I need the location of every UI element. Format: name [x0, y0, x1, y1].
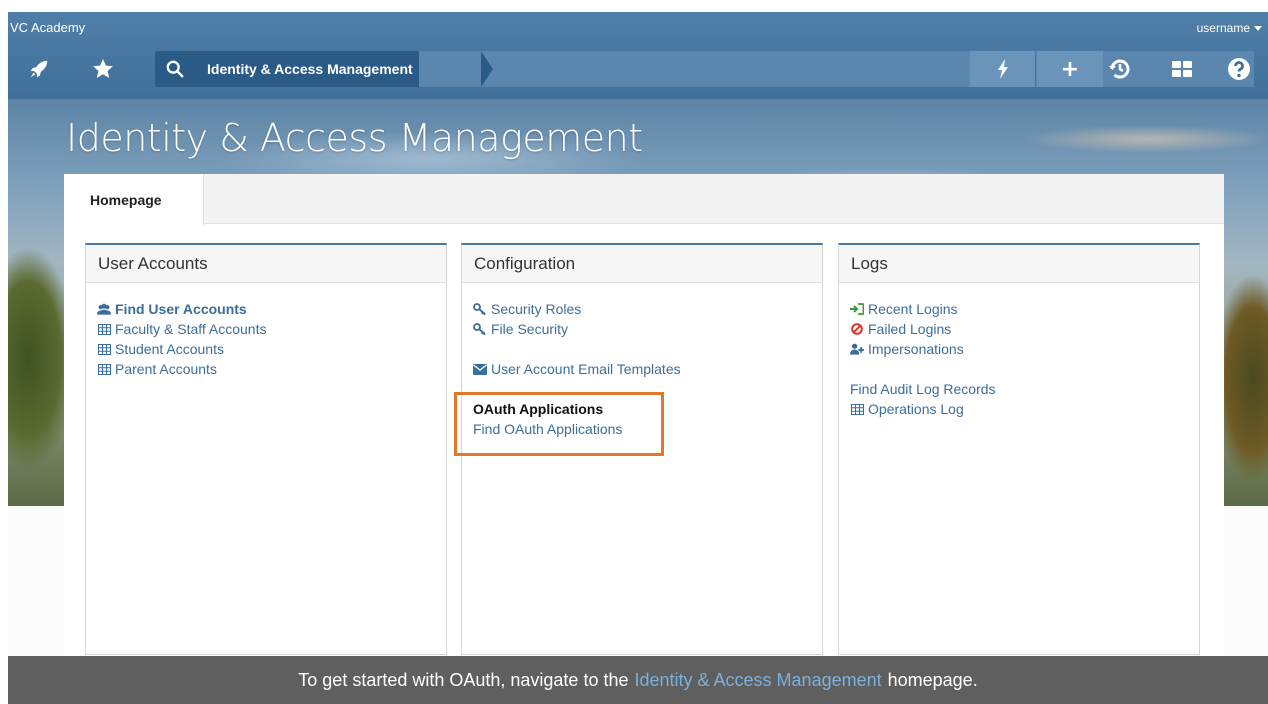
- link-label: Parent Accounts: [115, 361, 217, 377]
- caret-down-icon: [1254, 25, 1262, 31]
- user-menu[interactable]: username: [1197, 21, 1262, 35]
- link-label: Find OAuth Applications: [473, 421, 623, 437]
- link-label: Failed Logins: [868, 321, 952, 337]
- envelope-icon: [473, 362, 487, 376]
- caption-bar: To get started with OAuth, navigate to t…: [8, 656, 1268, 704]
- sign-in-icon: [850, 302, 864, 316]
- plus-icon[interactable]: +: [1037, 51, 1103, 87]
- panel-body: Security Roles File Security User Accoun…: [462, 283, 822, 439]
- lightning-icon[interactable]: [970, 51, 1036, 87]
- link-label: File Security: [491, 321, 569, 337]
- student-accounts-link[interactable]: Student Accounts: [97, 339, 446, 359]
- link-label: Recent Logins: [868, 301, 958, 317]
- help-icon[interactable]: [1222, 52, 1256, 86]
- username-label: username: [1196, 21, 1250, 35]
- panel-title: Configuration: [462, 245, 822, 283]
- caption-text-before: To get started with OAuth, navigate to t…: [298, 669, 629, 690]
- link-label: Find User Accounts: [115, 301, 247, 317]
- top-line: VC Academy username: [8, 12, 1268, 46]
- link-label: Impersonations: [868, 341, 964, 357]
- ban-icon: [850, 322, 864, 336]
- operations-log-link[interactable]: Operations Log: [850, 399, 1199, 419]
- link-label: Student Accounts: [115, 341, 224, 357]
- oauth-applications-heading: OAuth Applications: [473, 401, 604, 417]
- org-name[interactable]: VC Academy: [10, 20, 85, 35]
- table-icon: [97, 362, 111, 376]
- security-roles-link[interactable]: Security Roles: [473, 299, 822, 319]
- content-card: Homepage User Accounts Find User Account…: [64, 174, 1224, 704]
- rocket-icon[interactable]: [22, 52, 56, 86]
- history-icon[interactable]: [1103, 52, 1137, 86]
- key-icon: [473, 302, 487, 316]
- caption-text-after: homepage.: [887, 669, 978, 690]
- page-title: Identity & Access Management: [66, 116, 643, 160]
- breadcrumb-current[interactable]: Identity & Access Management: [195, 51, 419, 87]
- panel-user-accounts: User Accounts Find User Accounts Faculty…: [85, 243, 447, 655]
- search-icon[interactable]: [155, 51, 195, 87]
- tab-homepage[interactable]: Homepage: [64, 174, 204, 225]
- parent-accounts-link[interactable]: Parent Accounts: [97, 359, 446, 379]
- table-icon: [850, 402, 864, 416]
- tab-bar: Homepage: [64, 174, 1224, 225]
- link-label: Security Roles: [491, 301, 582, 317]
- panel-title: Logs: [839, 245, 1199, 283]
- table-icon: [97, 342, 111, 356]
- find-audit-log-records-link[interactable]: Find Audit Log Records: [850, 379, 1199, 399]
- link-label: Faculty & Staff Accounts: [115, 321, 267, 337]
- users-icon: [97, 302, 111, 316]
- find-oauth-applications-link[interactable]: Find OAuth Applications: [473, 419, 822, 439]
- recent-logins-link[interactable]: Recent Logins: [850, 299, 1199, 319]
- panel-configuration: Configuration Security Roles File Securi…: [461, 243, 823, 655]
- user-plus-icon: [850, 342, 864, 356]
- link-label: Find Audit Log Records: [850, 381, 996, 397]
- link-label: User Account Email Templates: [491, 361, 681, 377]
- breadcrumb: Identity & Access Management +: [155, 51, 1254, 87]
- faculty-staff-accounts-link[interactable]: Faculty & Staff Accounts: [97, 319, 446, 339]
- breadcrumb-arrow: [481, 51, 493, 87]
- link-label: Operations Log: [868, 401, 964, 417]
- grid-icon[interactable]: [1165, 52, 1199, 86]
- failed-logins-link[interactable]: Failed Logins: [850, 319, 1199, 339]
- top-navigation-bar: VC Academy username Identity & Access Ma…: [8, 12, 1268, 99]
- breadcrumb-track: Identity & Access Management +: [195, 51, 1254, 87]
- panel-title: User Accounts: [86, 245, 446, 283]
- caption-link[interactable]: Identity & Access Management: [634, 670, 881, 691]
- key-icon: [473, 322, 487, 336]
- star-icon[interactable]: [86, 52, 120, 86]
- panel-logs: Logs Recent Logins Failed Logins Imperso…: [838, 243, 1200, 655]
- panel-body: Find User Accounts Faculty & Staff Accou…: [86, 283, 446, 379]
- app-frame: VC Academy username Identity & Access Ma…: [8, 12, 1268, 704]
- file-security-link[interactable]: File Security: [473, 319, 822, 339]
- impersonations-link[interactable]: Impersonations: [850, 339, 1199, 359]
- table-icon: [97, 322, 111, 336]
- panel-body: Recent Logins Failed Logins Impersonatio…: [839, 283, 1199, 419]
- find-user-accounts-link[interactable]: Find User Accounts: [97, 299, 446, 319]
- email-templates-link[interactable]: User Account Email Templates: [473, 359, 822, 379]
- nav-row: Identity & Access Management +: [8, 50, 1268, 88]
